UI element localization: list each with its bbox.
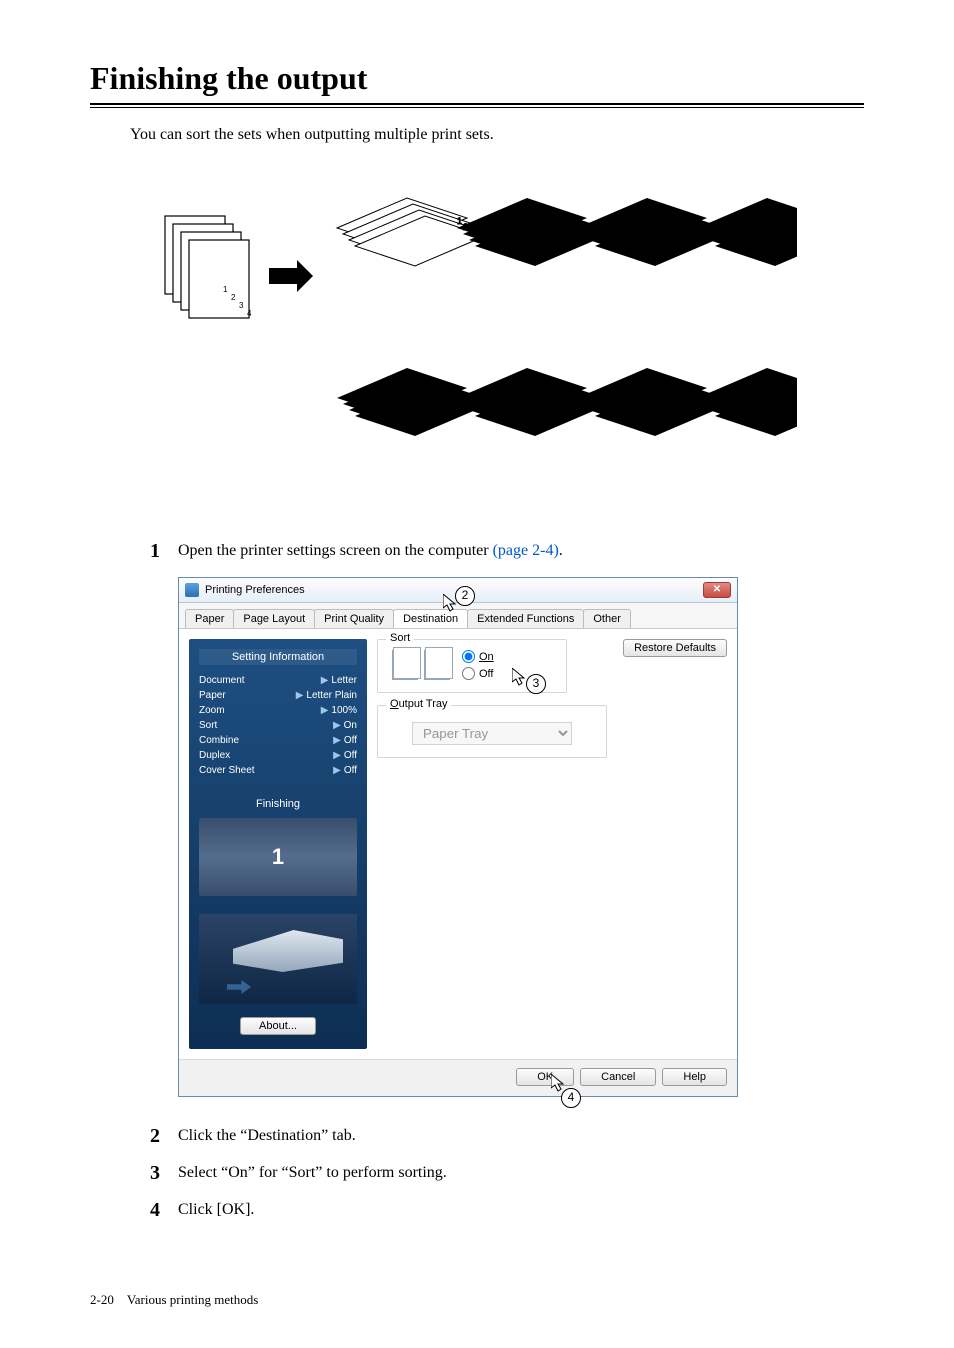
callout-2: 2 [455,586,475,606]
dialog-tabs: Paper Page Layout Print Quality Destinat… [179,603,737,629]
tab-other[interactable]: Other [583,609,631,628]
cursor-icon [551,1074,565,1092]
sidebar-row: Duplex▶Off [199,748,357,763]
step-number: 2 [150,1125,178,1148]
cursor-icon [512,668,526,686]
cancel-button[interactable]: Cancel [580,1068,656,1086]
dialog-wrap: 2 Printing Preferences ✕ Paper Page Layo… [178,577,864,1097]
about-button[interactable]: About... [240,1017,316,1035]
finishing-number: 1 [272,844,284,870]
svg-text:2: 2 [231,293,236,302]
step-number: 1 [150,540,178,563]
finishing-title: Finishing [199,798,357,810]
step1-text-before: Open the printer settings screen on the … [178,542,493,559]
output-tray-label: Output Tray [386,698,451,710]
footer-page: 2-20 [90,1292,114,1307]
svg-text:3: 3 [239,301,244,310]
setting-information-sidebar: Setting Information Document▶Letter Pape… [189,639,367,1049]
tab-page-layout[interactable]: Page Layout [233,609,315,628]
restore-defaults-button[interactable]: Restore Defaults [623,639,727,657]
sort-preview-icon [392,650,418,680]
step-body: Click the “Destination” tab. [178,1125,356,1145]
callout-3: 3 [526,674,546,694]
sidebar-row: Zoom▶100% [199,703,357,718]
output-tray-group: Output Tray Paper Tray [377,705,607,758]
step-number: 4 [150,1199,178,1222]
finishing-preview: 1 [199,818,357,896]
dialog-title: Printing Preferences [205,584,305,596]
dialog-body: Setting Information Document▶Letter Pape… [179,629,737,1059]
intro-text: You can sort the sets when outputting mu… [130,126,864,144]
step-body: Select “On” for “Sort” to perform sortin… [178,1162,447,1182]
radio-input[interactable] [462,667,475,680]
dialog-icon [185,583,199,597]
step-2: 2 Click the “Destination” tab. [150,1125,864,1148]
dialog-footer: OK Cancel Help 4 [179,1059,737,1096]
sort-off-radio[interactable]: Off [462,667,494,680]
sidebar-row: Paper▶Letter Plain [199,688,357,703]
sidebar-row: Document▶Letter [199,673,357,688]
sidebar-title: Setting Information [199,649,357,665]
tab-paper[interactable]: Paper [185,609,234,628]
step-3: 3 Select “On” for “Sort” to perform sort… [150,1162,864,1185]
svg-text:1: 1 [223,285,228,294]
sidebar-row: Combine▶Off [199,733,357,748]
step-1: 1 Open the printer settings screen on th… [150,540,864,563]
radio-input[interactable] [462,650,475,663]
step-body: Open the printer settings screen on the … [178,540,563,560]
svg-text:1: 1 [457,216,462,226]
sort-preview-icon [424,650,450,680]
step1-text-after: . [559,542,563,559]
sort-on-radio[interactable]: On [462,650,494,663]
sort-group: Sort On Off 3 [377,639,567,693]
svg-text:4: 4 [247,309,252,318]
sidebar-row: Cover Sheet▶Off [199,763,357,778]
dialog-content: Restore Defaults Sort On Off 3 [377,639,727,1049]
title-rule [90,103,864,108]
step-4: 4 Click [OK]. [150,1199,864,1222]
step1-link[interactable]: (page 2-4) [493,542,559,559]
tab-print-quality[interactable]: Print Quality [314,609,394,628]
callout-4: 4 [561,1088,581,1108]
page-title: Finishing the output [90,60,864,97]
ok-button[interactable]: OK [516,1068,574,1086]
footer-chapter: Various printing methods [127,1292,258,1307]
page-footer: 2-20 Various printing methods [90,1292,258,1308]
output-tray-select[interactable]: Paper Tray [412,722,572,745]
sidebar-rows: Document▶Letter Paper▶Letter Plain Zoom▶… [199,673,357,778]
sort-illustration: 1 2 3 4 1 2 3 4 [157,168,797,508]
tab-extended-functions[interactable]: Extended Functions [467,609,584,628]
printing-preferences-dialog: 2 Printing Preferences ✕ Paper Page Layo… [178,577,738,1097]
sort-group-label: Sort [386,632,414,644]
sidebar-row: Sort▶On [199,718,357,733]
printer-preview [199,914,357,1004]
close-button[interactable]: ✕ [703,582,731,598]
step-number: 3 [150,1162,178,1185]
help-button[interactable]: Help [662,1068,727,1086]
step-body: Click [OK]. [178,1199,254,1219]
